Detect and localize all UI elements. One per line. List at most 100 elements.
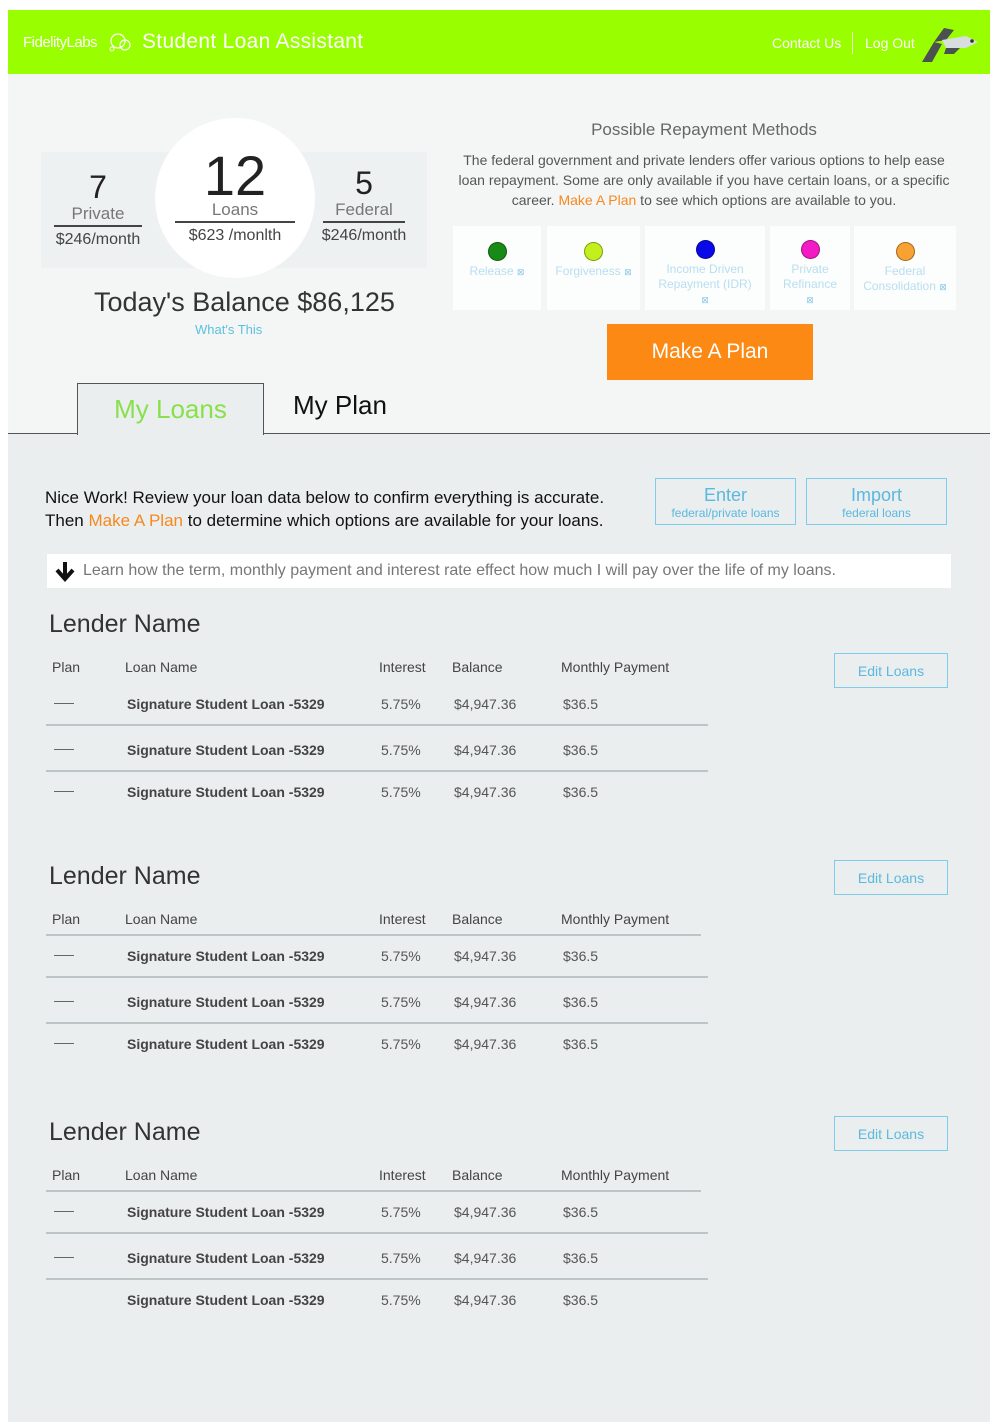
row-divider <box>46 724 708 726</box>
plan-dash-icon <box>54 1043 74 1044</box>
federal-monthly: $246/month <box>321 227 407 244</box>
loan-name: Signature Student Loan -5329 <box>127 696 325 712</box>
loan-monthly: $36.5 <box>563 1204 599 1220</box>
plan-dash-icon <box>54 1001 74 1002</box>
loan-row[interactable]: Signature Student Loan -5329 5.75% $4,947.… <box>46 1280 708 1324</box>
info-icon[interactable]: ⊠ <box>624 267 632 277</box>
loan-name: Signature Student Loan -5329 <box>127 742 325 758</box>
loan-interest: 5.75% <box>381 742 421 758</box>
import-loans-button[interactable]: Import federal loans <box>806 478 947 525</box>
lender-name: Lender Name <box>49 862 201 890</box>
edit-loans-button[interactable]: Edit Loans <box>834 1116 948 1151</box>
loan-balance: $4,947.36 <box>454 1250 517 1266</box>
private-count: 7 <box>89 169 107 205</box>
column-header: Plan <box>52 1167 81 1183</box>
loan-row[interactable]: Signature Student Loan -5329 5.75% $4,947.… <box>46 1238 708 1282</box>
learn-more-bar[interactable]: Learn how the term, monthly payment and … <box>47 554 951 588</box>
intro-line-2: Then Make A Plan to determine which opti… <box>45 511 604 530</box>
description-text-end: to see which options are available to yo… <box>636 192 897 208</box>
my-loans-panel: Nice Work! Review your loan data below t… <box>8 434 990 1422</box>
federal-consolidation-dot-icon <box>895 242 915 261</box>
chat-bubbles-icon <box>109 33 131 52</box>
column-header: Interest <box>379 1167 426 1183</box>
log-out-link[interactable]: Log Out <box>865 35 915 51</box>
app-header: FidelityLabs Student Loan Assistant Cont… <box>8 10 990 74</box>
info-icon[interactable]: ⊠ <box>939 282 947 292</box>
loan-balance: $4,947.36 <box>454 1204 517 1220</box>
column-header: Loan Name <box>125 659 198 675</box>
loan-interest: 5.75% <box>381 696 421 712</box>
lender-name: Lender Name <box>49 610 201 638</box>
app-title: Student Loan Assistant <box>142 30 364 53</box>
idr-dot-icon <box>695 240 715 259</box>
column-header: Plan <box>52 659 81 675</box>
loan-row[interactable]: Signature Student Loan -5329 5.75% $4,947.… <box>46 1192 708 1236</box>
make-a-plan-inline-link[interactable]: Make A Plan <box>558 192 636 208</box>
loan-name: Signature Student Loan -5329 <box>127 948 325 964</box>
loan-name: Signature Student Loan -5329 <box>127 784 325 800</box>
info-icon[interactable]: ⊠ <box>701 295 709 305</box>
make-a-plan-button[interactable]: Make A Plan <box>607 324 813 380</box>
import-subtitle: federal loans <box>842 506 911 520</box>
loan-interest: 5.75% <box>381 784 421 800</box>
loan-monthly: $36.5 <box>563 742 599 758</box>
loan-interest: 5.75% <box>381 1250 421 1266</box>
method-forgiveness[interactable]: Forgiveness ⊠ <box>547 226 640 310</box>
loan-monthly: $36.5 <box>563 696 599 712</box>
loan-interest: 5.75% <box>381 1292 421 1308</box>
loan-row[interactable]: Signature Student Loan -5329 5.75% $4,947.… <box>46 982 708 1026</box>
private-refinance-dot-icon <box>800 240 820 259</box>
info-icon[interactable]: ⊠ <box>806 295 814 305</box>
loan-balance: $4,947.36 <box>454 1036 517 1052</box>
todays-balance: Today's Balance $86,125 <box>94 287 395 317</box>
loan-row[interactable]: Signature Student Loan -5329 5.75% $4,947.… <box>46 772 708 816</box>
private-label: Private <box>71 204 125 223</box>
edit-loans-button[interactable]: Edit Loans <box>834 653 948 688</box>
loan-name: Signature Student Loan -5329 <box>127 1250 325 1266</box>
page-frame: FidelityLabs Student Loan Assistant Cont… <box>8 10 990 1422</box>
loan-interest: 5.75% <box>381 1204 421 1220</box>
row-divider <box>46 976 708 978</box>
edit-loans-button[interactable]: Edit Loans <box>834 860 948 895</box>
loan-monthly: $36.5 <box>563 994 599 1010</box>
total-divider <box>175 221 295 223</box>
learn-more-text: Learn how the term, monthly payment and … <box>83 562 836 579</box>
loan-row[interactable]: Signature Student Loan -5329 5.75% $4,947.… <box>46 936 708 980</box>
repayment-methods-title: Possible Repayment Methods <box>591 120 817 139</box>
method-private-refinance[interactable]: Private Refinance ⊠ <box>770 226 850 310</box>
total-label: Loans <box>211 200 259 219</box>
federal-divider <box>323 221 405 223</box>
loan-monthly: $36.5 <box>563 784 599 800</box>
loan-monthly: $36.5 <box>563 948 599 964</box>
column-header: Interest <box>379 911 426 927</box>
tab-my-plan[interactable]: My Plan <box>293 390 387 421</box>
loan-interest: 5.75% <box>381 1036 421 1052</box>
loan-balance: $4,947.36 <box>454 784 517 800</box>
loan-row[interactable]: Signature Student Loan -5329 5.75% $4,947.… <box>46 684 708 728</box>
nav-divider <box>852 32 853 54</box>
make-a-plan-intro-link[interactable]: Make A Plan <box>88 511 183 530</box>
column-header: Monthly Payment <box>561 659 670 675</box>
loan-name: Signature Student Loan -5329 <box>127 1292 325 1308</box>
method-idr[interactable]: Income Driven Repayment (IDR) ⊠ <box>645 226 765 310</box>
loan-balance: $4,947.36 <box>454 742 517 758</box>
loan-name: Signature Student Loan -5329 <box>127 994 325 1010</box>
loan-balance: $4,947.36 <box>454 994 517 1010</box>
column-header: Interest <box>379 659 426 675</box>
contact-us-link[interactable]: Contact Us <box>772 35 841 51</box>
loan-row[interactable]: Signature Student Loan -5329 5.75% $4,947.… <box>46 1024 708 1068</box>
loan-row[interactable]: Signature Student Loan -5329 5.75% $4,947.… <box>46 730 708 774</box>
method-label: Income Driven Repayment (IDR) ⊠ <box>658 262 752 305</box>
enter-title: Enter <box>703 485 748 505</box>
plan-dash-icon <box>54 703 74 704</box>
method-federal-consolidation[interactable]: Federal Consolidation ⊠ <box>854 226 956 310</box>
release-dot-icon <box>487 242 507 261</box>
total-loans-stat: 12 Loans $623 /monlth <box>172 148 298 245</box>
method-release[interactable]: Release ⊠ <box>453 226 541 310</box>
loan-name: Signature Student Loan -5329 <box>127 1036 325 1052</box>
info-icon[interactable]: ⊠ <box>517 267 525 277</box>
plan-dash-icon <box>54 749 74 750</box>
enter-loans-button[interactable]: Enter federal/private loans <box>655 478 796 525</box>
tab-my-loans[interactable]: My Loans <box>77 383 264 435</box>
whats-this-link[interactable]: What's This <box>195 322 262 337</box>
